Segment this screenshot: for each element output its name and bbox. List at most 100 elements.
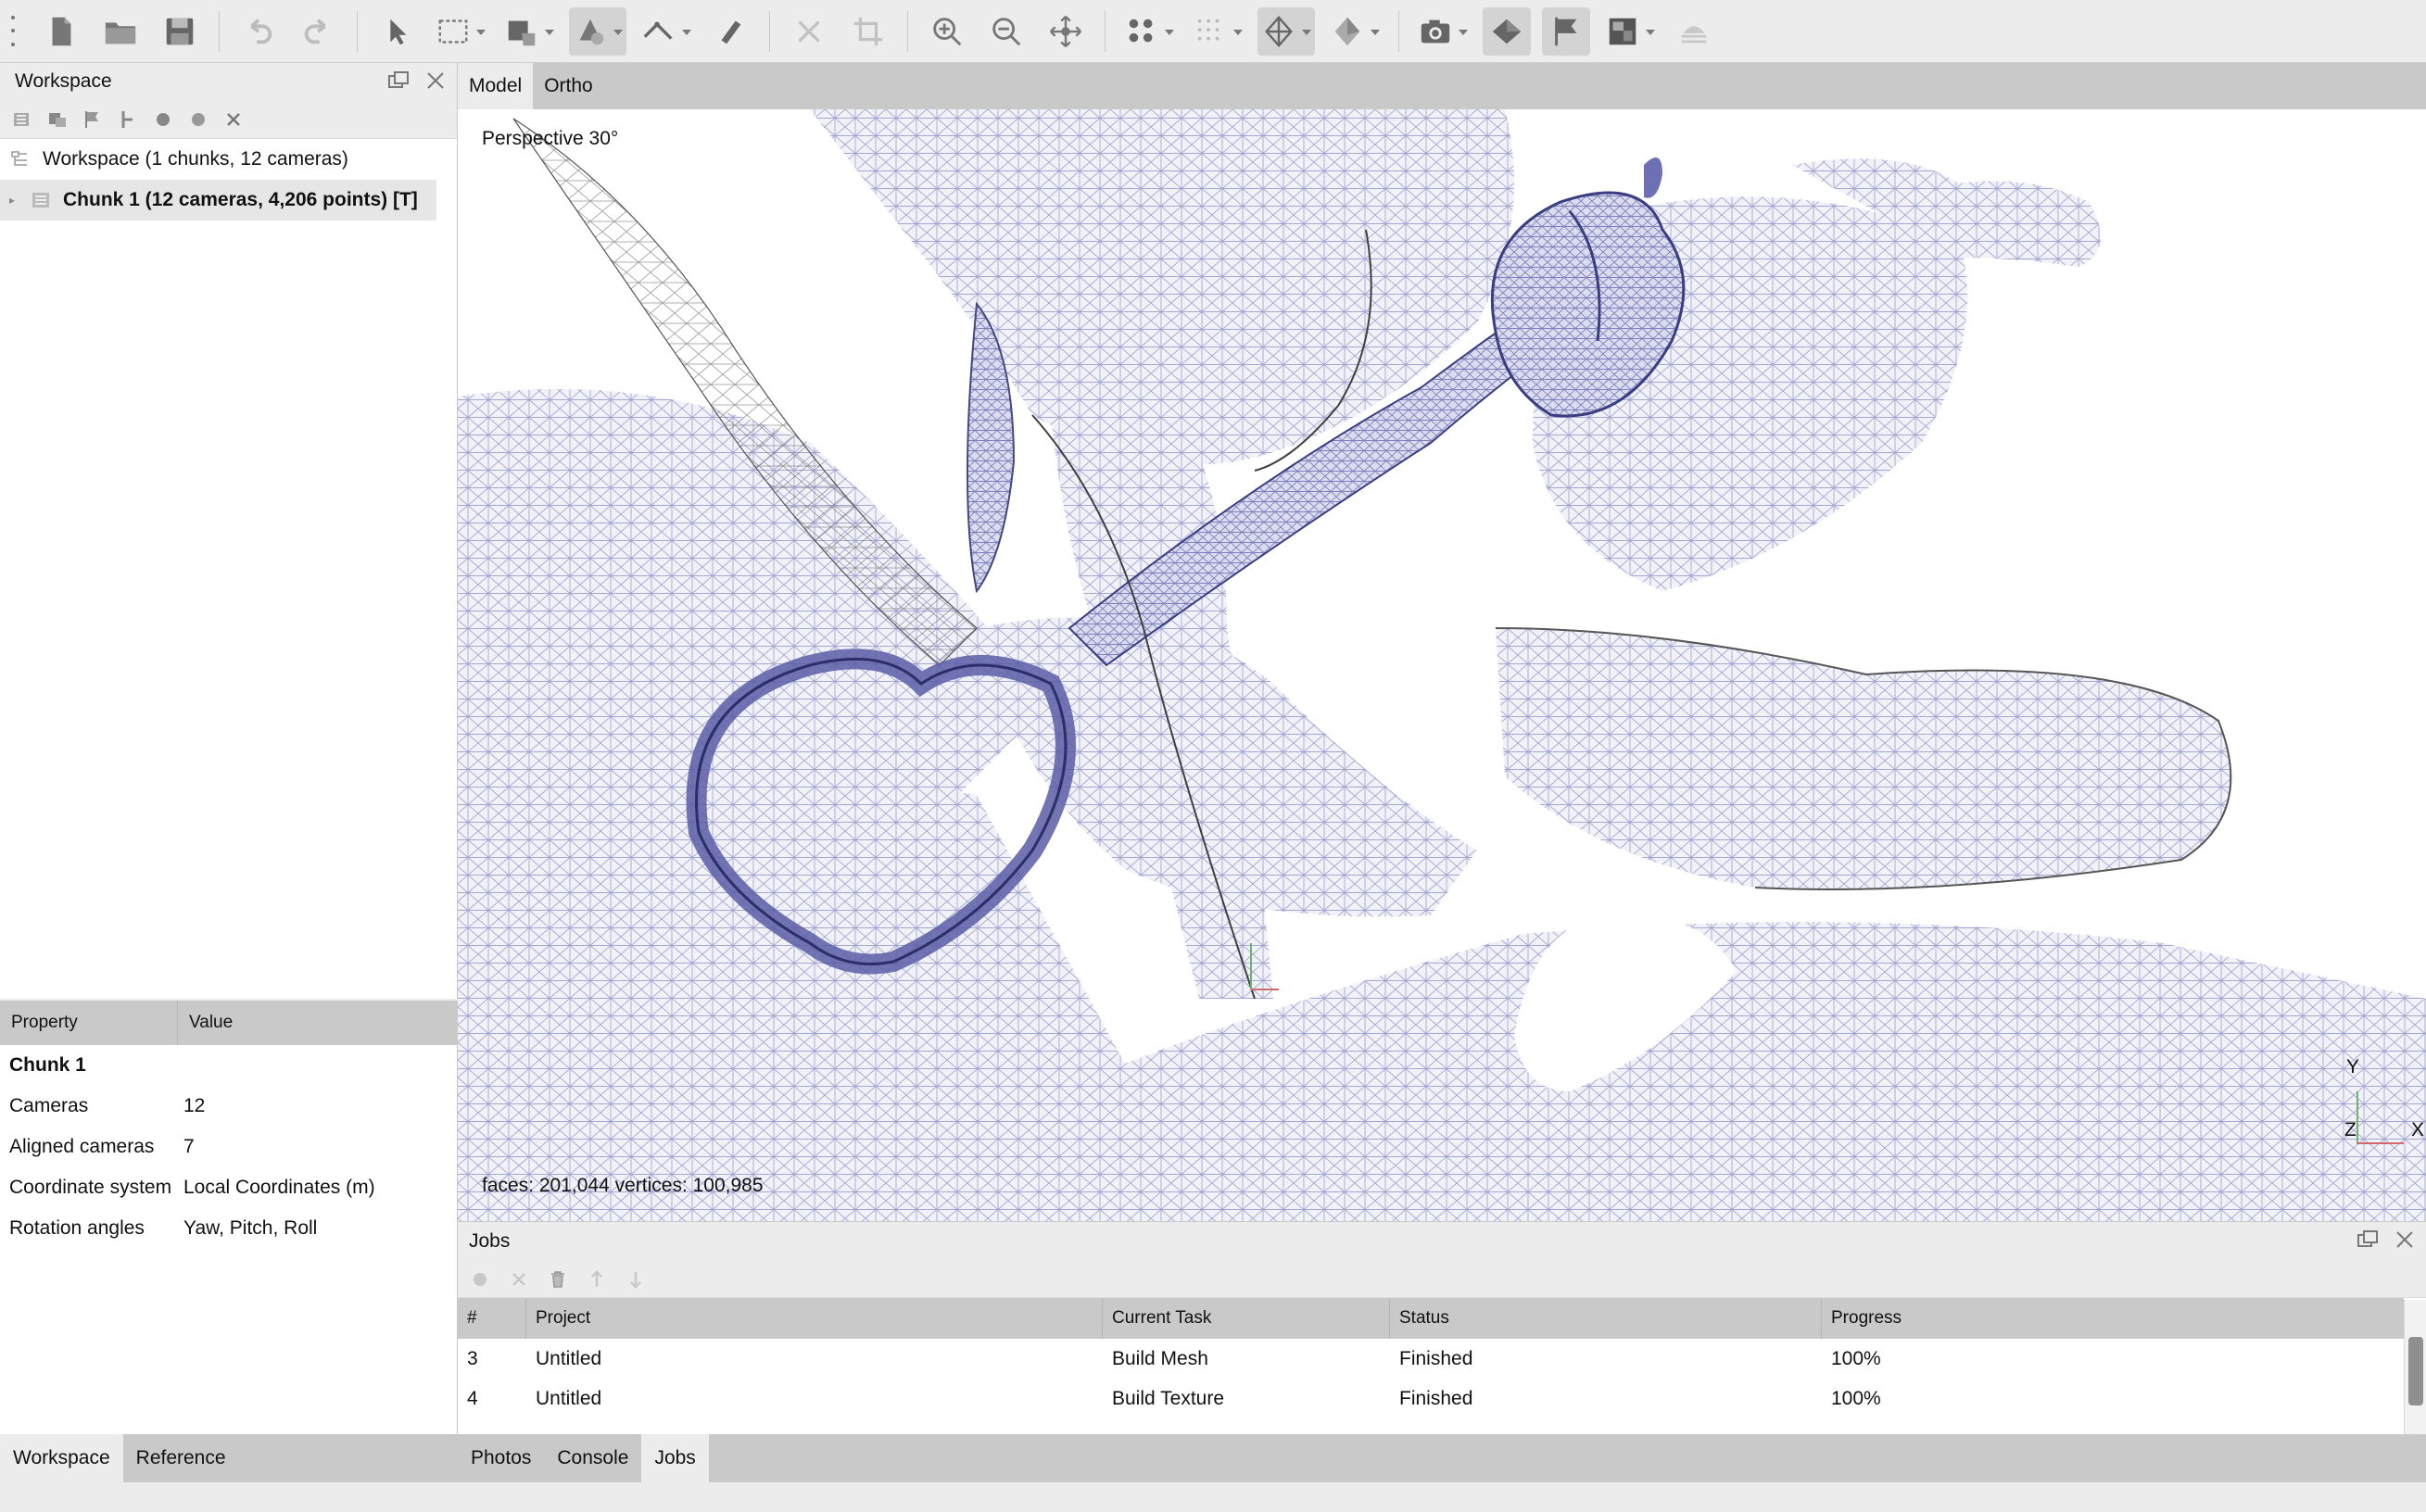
property-key: Cameras bbox=[9, 1095, 89, 1116]
capture-view-icon[interactable] bbox=[1414, 7, 1472, 56]
move-up-icon[interactable] bbox=[586, 1268, 608, 1291]
trash-icon[interactable] bbox=[547, 1268, 569, 1291]
crop-selection-icon[interactable] bbox=[500, 7, 558, 56]
zoom-out-icon[interactable] bbox=[982, 7, 1030, 56]
rectangle-selection-icon[interactable] bbox=[432, 7, 489, 56]
tab-console[interactable]: Console bbox=[544, 1434, 641, 1482]
job-progress: 100% bbox=[1831, 1347, 1881, 1369]
property-row[interactable]: Aligned cameras 7 bbox=[0, 1127, 457, 1167]
show-points-icon[interactable] bbox=[1120, 7, 1178, 56]
undo-icon[interactable] bbox=[234, 7, 283, 56]
projection-label: Perspective 30° bbox=[482, 128, 619, 149]
disable-icon[interactable] bbox=[187, 108, 209, 131]
workspace-tree-root[interactable]: Workspace (1 chunks, 12 cameras) bbox=[0, 139, 457, 180]
navigation-pointer-icon[interactable] bbox=[373, 7, 421, 56]
job-project: Untitled bbox=[536, 1387, 602, 1409]
ruler-icon[interactable] bbox=[638, 7, 695, 56]
show-markers-icon[interactable] bbox=[1542, 6, 1590, 56]
axis-y-label: Y bbox=[2346, 1056, 2360, 1077]
show-solid-icon[interactable] bbox=[1326, 7, 1384, 56]
undock-icon[interactable] bbox=[386, 69, 411, 93]
show-dense-cloud-icon[interactable] bbox=[1189, 7, 1246, 56]
job-status: Finished bbox=[1399, 1387, 1473, 1409]
job-task: Build Texture bbox=[1112, 1387, 1225, 1409]
zoom-in-icon[interactable] bbox=[923, 7, 971, 56]
cancel-job-icon[interactable] bbox=[508, 1268, 530, 1291]
workspace-toolbar bbox=[0, 100, 457, 139]
tab-photos[interactable]: Photos bbox=[458, 1434, 544, 1482]
property-row[interactable]: Coordinate system Local Coordinates (m) bbox=[0, 1167, 457, 1208]
show-dem-icon[interactable] bbox=[1601, 7, 1659, 56]
enable-icon[interactable] bbox=[152, 108, 174, 131]
property-value: Local Coordinates (m) bbox=[183, 1177, 375, 1198]
jobs-panel: Jobs # Project Current Task Status Progr… bbox=[458, 1221, 2426, 1435]
toolbar-separator bbox=[1398, 10, 1399, 52]
add-scalebar-icon[interactable] bbox=[117, 108, 139, 131]
mesh-regions bbox=[458, 109, 2426, 1221]
column-number[interactable]: # bbox=[458, 1298, 526, 1339]
chunk-label: Chunk 1 (12 cameras, 4,206 points) [T] bbox=[63, 189, 418, 210]
tab-workspace[interactable]: Workspace bbox=[0, 1434, 123, 1482]
jobs-title: Jobs bbox=[469, 1230, 511, 1252]
jobs-panel-title: Jobs bbox=[458, 1222, 2426, 1261]
axis-x-label: X bbox=[2411, 1119, 2425, 1140]
property-row[interactable]: Rotation angles Yaw, Pitch, Roll bbox=[0, 1208, 457, 1249]
main-toolbar bbox=[0, 0, 2426, 63]
column-current-task[interactable]: Current Task bbox=[1103, 1298, 1390, 1339]
jobs-toolbar bbox=[458, 1261, 2426, 1298]
add-photos-icon[interactable] bbox=[46, 108, 69, 131]
scrollbar-thumb[interactable] bbox=[2408, 1337, 2423, 1405]
delete-icon[interactable] bbox=[785, 7, 833, 56]
crop-icon[interactable] bbox=[844, 7, 892, 56]
show-mesh-icon[interactable] bbox=[1257, 6, 1315, 56]
redo-icon[interactable] bbox=[294, 7, 342, 56]
toolbar-separator bbox=[907, 10, 908, 52]
add-chunk-icon[interactable] bbox=[11, 108, 33, 131]
add-marker-icon[interactable] bbox=[82, 108, 104, 131]
start-job-icon[interactable] bbox=[469, 1268, 491, 1291]
show-shapes-icon[interactable] bbox=[1670, 7, 1718, 56]
workspace-tree-icon bbox=[11, 151, 27, 166]
mesh-stats-label: faces: 201,044 vertices: 100,985 bbox=[482, 1175, 764, 1196]
open-folder-icon[interactable] bbox=[96, 7, 145, 56]
table-row[interactable]: 4 Untitled Build Texture Finished 100% bbox=[458, 1379, 2404, 1418]
show-cameras-icon[interactable] bbox=[1483, 6, 1531, 56]
wireframe-mesh[interactable] bbox=[458, 109, 2426, 1221]
close-icon[interactable] bbox=[2393, 1228, 2417, 1252]
menu-grip-icon[interactable] bbox=[9, 11, 17, 52]
table-row[interactable]: 3 Untitled Build Mesh Finished 100% bbox=[458, 1339, 2404, 1379]
move-down-icon[interactable] bbox=[625, 1268, 647, 1291]
job-task: Build Mesh bbox=[1112, 1347, 1208, 1369]
property-value: 12 bbox=[183, 1095, 206, 1116]
new-document-icon[interactable] bbox=[37, 7, 85, 56]
tab-model[interactable]: Model bbox=[458, 63, 534, 109]
tab-jobs[interactable]: Jobs bbox=[641, 1434, 709, 1482]
column-status[interactable]: Status bbox=[1390, 1298, 1822, 1339]
job-progress: 100% bbox=[1831, 1387, 1881, 1409]
move-object-icon[interactable] bbox=[1042, 7, 1090, 56]
tab-ortho[interactable]: Ortho bbox=[533, 63, 604, 109]
axis-z-label: Z bbox=[2344, 1119, 2357, 1140]
property-row[interactable]: Cameras 12 bbox=[0, 1086, 457, 1127]
workspace-panel-title: Workspace bbox=[0, 63, 457, 100]
jobs-table-header: # Project Current Task Status Progress bbox=[458, 1298, 2404, 1339]
tab-reference[interactable]: Reference bbox=[123, 1434, 239, 1482]
undock-icon[interactable] bbox=[2356, 1228, 2380, 1252]
remove-icon[interactable] bbox=[222, 108, 245, 131]
column-project[interactable]: Project bbox=[526, 1298, 1103, 1339]
expand-arrow-icon[interactable]: ▸ bbox=[9, 194, 20, 207]
measure-icon[interactable] bbox=[706, 7, 754, 56]
property-value: Yaw, Pitch, Roll bbox=[183, 1217, 318, 1239]
value-header: Value bbox=[189, 1013, 234, 1032]
save-icon[interactable] bbox=[156, 7, 204, 56]
column-progress[interactable]: Progress bbox=[1822, 1298, 2404, 1339]
jobs-scrollbar[interactable] bbox=[2404, 1300, 2426, 1435]
toolbar-separator bbox=[1105, 10, 1106, 52]
draw-polygon-icon[interactable] bbox=[569, 6, 626, 56]
model-viewport[interactable]: Perspective 30° faces: 201,044 vertices:… bbox=[458, 109, 2426, 1221]
close-icon[interactable] bbox=[423, 69, 448, 93]
toolbar-separator bbox=[769, 10, 770, 52]
toolbar-separator bbox=[219, 10, 220, 52]
chunk-tree-item[interactable]: ▸ Chunk 1 (12 cameras, 4,206 points) [T] bbox=[0, 180, 436, 220]
chunk-icon bbox=[32, 193, 49, 208]
